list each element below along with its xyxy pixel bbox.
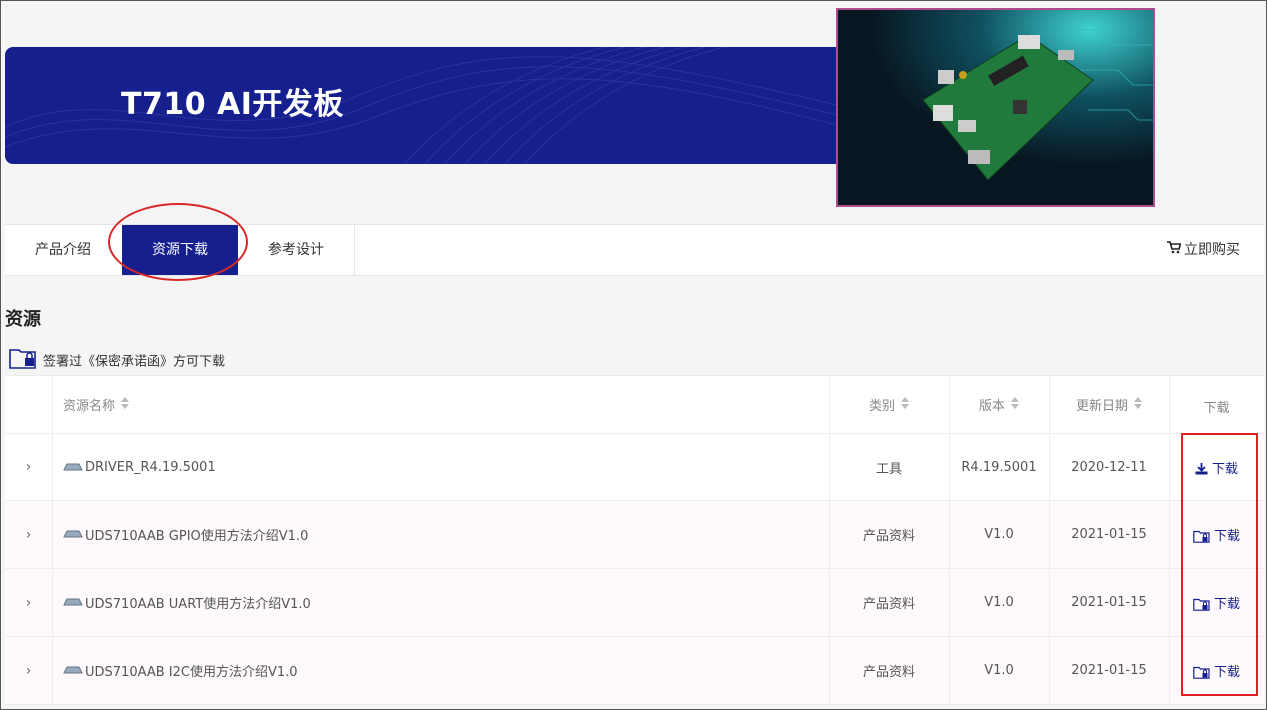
tab-product-intro[interactable]: 产品介绍 [9,225,117,275]
table-row[interactable]: › DRIVER_R4.19.5001 工具 R4.19.5001 2020-1… [5,434,1264,501]
resource-name: UDS710AAB I2C使用方法介绍V1.0 [85,665,298,680]
hero-banner: T710 AI开发板 [5,47,845,164]
table-row[interactable]: › UDS710AAB I2C使用方法介绍V1.0 产品资料 V1.0 2021… [5,637,1264,705]
header-name[interactable]: 资源名称 [63,376,823,433]
file-icon [63,460,83,475]
cart-icon [1167,225,1182,275]
category-cell: 产品资料 [862,597,915,612]
lock-folder-icon [1193,598,1210,611]
tab-reference-design[interactable]: 参考设计 [238,225,354,275]
resource-name-cell: UDS710AAB UART使用方法介绍V1.0 [63,569,823,636]
chevron-right-icon[interactable]: › [5,434,52,500]
locked-download-button[interactable]: 下载 [1193,661,1240,680]
category-cell: 产品资料 [862,665,915,680]
section-title: 资源 [5,309,41,330]
category-cell: 产品资料 [862,529,915,544]
version-cell: R4.19.5001 [961,459,1037,475]
category-cell: 工具 [875,461,902,477]
lock-folder-icon [9,347,37,377]
lock-folder-icon [1193,666,1210,679]
file-icon [63,527,83,542]
page: T710 AI开发板 产品介绍 资源下载 参考设计 立即购买 资源 签署过《保密… [0,0,1267,710]
confidentiality-notice: 签署过《保密承诺函》方可下载 [9,347,226,370]
sort-icon [1011,396,1019,413]
date-cell: 2021-01-15 [1071,595,1147,610]
chevron-right-icon[interactable]: › [5,637,52,704]
file-icon [63,595,83,610]
sort-icon [901,396,909,413]
sort-icon [121,396,130,413]
version-cell: V1.0 [984,595,1014,610]
board-illustration [838,10,1153,205]
download-icon [1195,463,1208,475]
locked-download-button[interactable]: 下载 [1193,593,1240,612]
tab-divider [354,225,355,275]
header-version[interactable]: 版本 [949,376,1049,433]
header-category[interactable]: 类别 [829,376,949,433]
tab-resource-download[interactable]: 资源下载 [122,225,238,275]
tab-bar: 产品介绍 资源下载 参考设计 立即购买 [5,224,1264,276]
file-icon [63,663,83,678]
lock-folder-icon [1193,530,1210,543]
page-title: T710 AI开发板 [121,87,344,122]
resource-name-cell: UDS710AAB GPIO使用方法介绍V1.0 [63,501,823,568]
resource-name: DRIVER_R4.19.5001 [85,459,216,475]
sort-icon [1134,396,1142,413]
locked-download-button[interactable]: 下载 [1193,525,1240,544]
buy-now-label: 立即购买 [1184,242,1240,258]
header-download: 下载 [1203,401,1230,416]
resource-name-cell: DRIVER_R4.19.5001 [63,434,823,500]
chevron-right-icon[interactable]: › [5,501,52,568]
buy-now-link[interactable]: 立即购买 [1167,225,1240,275]
chevron-right-icon[interactable]: › [5,569,52,636]
date-cell: 2021-01-15 [1071,663,1147,678]
version-cell: V1.0 [984,663,1014,678]
date-cell: 2020-12-11 [1071,459,1147,475]
header-date[interactable]: 更新日期 [1049,376,1169,433]
notice-text: 签署过《保密承诺函》方可下载 [43,354,226,370]
resource-name: UDS710AAB UART使用方法介绍V1.0 [85,597,311,612]
version-cell: V1.0 [984,527,1014,542]
resource-table: 资源名称 类别 版本 更新日期 下载 › DRIVER_R4.19.5001 工… [5,375,1264,705]
table-row[interactable]: › UDS710AAB GPIO使用方法介绍V1.0 产品资料 V1.0 202… [5,501,1264,569]
resource-name: UDS710AAB GPIO使用方法介绍V1.0 [85,529,309,544]
resource-name-cell: UDS710AAB I2C使用方法介绍V1.0 [63,637,823,704]
table-header: 资源名称 类别 版本 更新日期 下载 [5,376,1264,434]
table-row[interactable]: › UDS710AAB UART使用方法介绍V1.0 产品资料 V1.0 202… [5,569,1264,637]
product-board-image [836,8,1155,207]
date-cell: 2021-01-15 [1071,527,1147,542]
download-button[interactable]: 下载 [1195,458,1238,477]
